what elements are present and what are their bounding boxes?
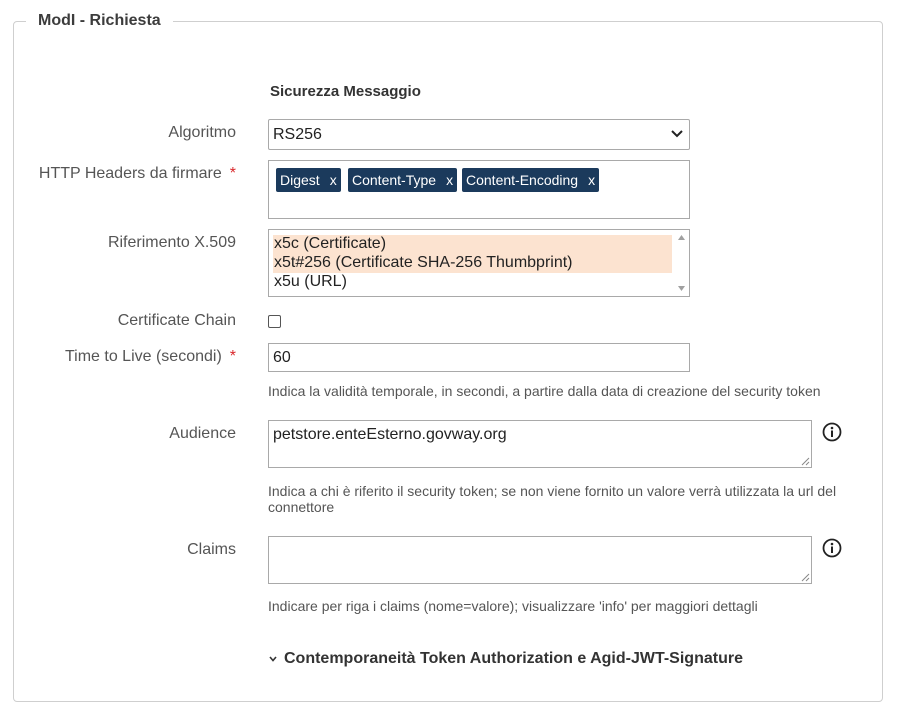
tag-digest: Digest x	[276, 168, 341, 192]
resize-grip-icon[interactable]	[800, 456, 810, 466]
riferimento-label: Riferimento X.509	[107, 234, 236, 251]
tag-content-type: Content-Type x	[348, 168, 458, 192]
certificate-chain-label: Certificate Chain	[117, 312, 236, 329]
contemporaneita-expander[interactable]: Contemporaneità Token Authorization e Ag…	[268, 650, 743, 668]
tag-remove-button[interactable]: x	[446, 172, 453, 188]
http-headers-tag-input[interactable]: Digest x Content-Type x Content-Encoding x	[268, 160, 690, 219]
fieldset-legend: ModI - Richiesta	[26, 12, 173, 30]
algoritmo-select[interactable]: RS256	[268, 119, 690, 150]
section-title: Sicurezza Messaggio	[270, 83, 421, 100]
audience-textarea[interactable]: petstore.enteEsterno.govway.org	[268, 420, 812, 468]
audience-label: Audience	[169, 425, 236, 442]
resize-grip-icon[interactable]	[800, 572, 810, 582]
audience-help-text: Indica a chi è riferito il security toke…	[268, 483, 837, 515]
option-x5u[interactable]: x5u (URL)	[273, 273, 672, 292]
riferimento-multiselect[interactable]: x5c (Certificate) x5t#256 (Certificate S…	[268, 229, 690, 297]
tag-content-encoding: Content-Encoding x	[462, 168, 600, 192]
algoritmo-label: Algoritmo	[168, 124, 236, 141]
ttl-help-text: Indica la validità temporale, in secondi…	[268, 383, 821, 399]
tag-remove-button[interactable]: x	[588, 172, 595, 188]
info-icon[interactable]	[822, 422, 842, 442]
audience-value: petstore.enteEsterno.govway.org	[273, 426, 507, 443]
certificate-chain-checkbox[interactable]	[268, 315, 281, 328]
scrollbar-arrows-icon	[678, 235, 685, 291]
algoritmo-value: RS256	[273, 126, 322, 143]
ttl-label: Time to Live (secondi) *	[64, 348, 236, 365]
option-x5t256[interactable]: x5t#256 (Certificate SHA-256 Thumbprint)	[273, 254, 672, 273]
required-marker: *	[229, 348, 236, 365]
info-icon[interactable]	[822, 538, 842, 558]
claims-label: Claims	[187, 541, 236, 558]
claims-textarea[interactable]	[268, 536, 812, 584]
chevron-down-icon	[671, 130, 683, 138]
chevron-down-icon	[269, 656, 277, 662]
listbox-scrollbar[interactable]	[674, 230, 689, 296]
option-x5c[interactable]: x5c (Certificate)	[273, 235, 672, 254]
expander-label: Contemporaneità Token Authorization e Ag…	[284, 650, 743, 667]
ttl-input[interactable]: 60	[268, 343, 690, 372]
required-marker: *	[229, 165, 236, 182]
claims-help-text: Indicare per riga i claims (nome=valore)…	[268, 598, 758, 614]
tag-remove-button[interactable]: x	[330, 172, 337, 188]
http-headers-label: HTTP Headers da firmare *	[38, 165, 236, 182]
